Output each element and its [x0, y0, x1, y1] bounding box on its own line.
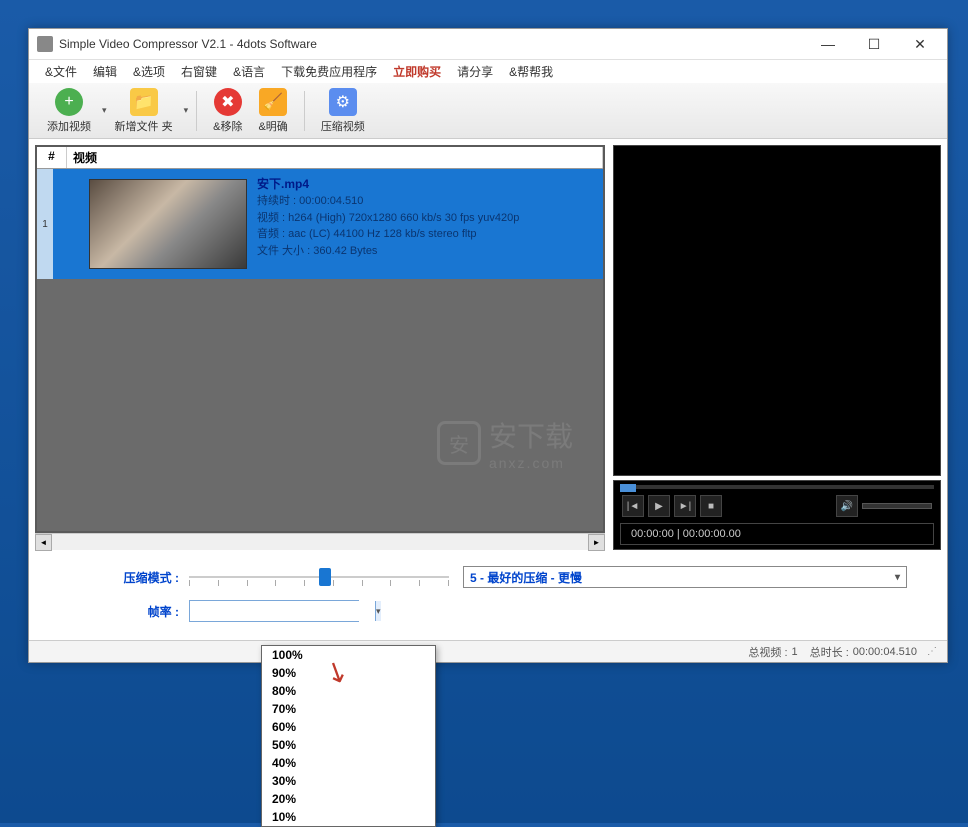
- menu-download[interactable]: 下载免费应用程序: [273, 61, 385, 82]
- fps-option[interactable]: 80%: [262, 682, 435, 700]
- fps-option[interactable]: 50%: [262, 736, 435, 754]
- audio-codec: 音频 : aac (LC) 44100 Hz 128 kb/s stereo f…: [257, 226, 599, 243]
- menu-edit[interactable]: 编辑: [85, 61, 125, 82]
- video-info: 安下.mp4 持续时 : 00:00:04.510 视频 : h264 (Hig…: [253, 169, 603, 279]
- maximize-button[interactable]: ☐: [851, 30, 897, 58]
- folder-plus-icon: 📁: [130, 88, 158, 116]
- time-display: 00:00:00 | 00:00:00.00: [620, 523, 934, 545]
- fps-label: 帧率 :: [69, 603, 189, 620]
- menu-file[interactable]: &文件: [37, 61, 85, 82]
- row-index: 1: [37, 169, 53, 279]
- shield-icon: 安: [437, 421, 481, 465]
- table-row[interactable]: 1 安下.mp4 持续时 : 00:00:04.510 视频 : h264 (H…: [37, 169, 603, 279]
- compress-mode-select[interactable]: 5 - 最好的压缩 - 更慢 ▾: [463, 566, 907, 588]
- watermark: 安 安下载 anxz.com: [437, 415, 573, 471]
- remove-button[interactable]: ✖ &移除: [205, 86, 250, 136]
- fps-combobox[interactable]: ▾: [189, 600, 359, 622]
- thumbnail-image: [89, 179, 247, 269]
- menu-rightkey[interactable]: 右窗键: [173, 61, 225, 82]
- plus-icon: +: [55, 88, 83, 116]
- titlebar: Simple Video Compressor V2.1 - 4dots Sof…: [29, 29, 947, 59]
- fps-option[interactable]: 70%: [262, 700, 435, 718]
- add-video-button[interactable]: + 添加视频: [39, 86, 99, 136]
- file-size: 文件 大小 : 360.42 Bytes: [257, 243, 599, 260]
- separator: [304, 91, 305, 131]
- horizontal-scrollbar[interactable]: ◄ ►: [35, 533, 605, 550]
- scroll-left-button[interactable]: ◄: [35, 534, 52, 551]
- col-num[interactable]: #: [37, 147, 67, 168]
- fps-option[interactable]: 60%: [262, 718, 435, 736]
- seek-bar[interactable]: [620, 485, 934, 489]
- status-duration-value: 00:00:04.510: [853, 646, 917, 658]
- video-filename: 安下.mp4: [257, 175, 599, 193]
- row-numcol: [53, 169, 83, 279]
- video-duration: 持续时 : 00:00:04.510: [257, 193, 599, 210]
- prev-button[interactable]: |◄: [622, 495, 644, 517]
- status-total-videos-value: 1: [792, 646, 798, 658]
- fps-option[interactable]: 20%: [262, 790, 435, 808]
- menu-help[interactable]: &帮帮我: [501, 61, 561, 82]
- volume-icon[interactable]: 🔊: [836, 495, 858, 517]
- col-video[interactable]: 视频: [67, 147, 603, 168]
- fps-option[interactable]: 40%: [262, 754, 435, 772]
- compress-slider[interactable]: [189, 576, 449, 578]
- scroll-track[interactable]: [52, 534, 588, 551]
- video-table: # 视频 1 安下.mp4 持续时 : 00:00:04.510 视频 : h2…: [35, 145, 605, 533]
- fps-option[interactable]: 30%: [262, 772, 435, 790]
- window-title: Simple Video Compressor V2.1 - 4dots Sof…: [59, 37, 805, 51]
- close-button[interactable]: ✕: [897, 30, 943, 58]
- compress-mode-label: 压缩模式 :: [69, 569, 189, 586]
- app-icon: [37, 36, 53, 52]
- bottom-controls: 压缩模式 : 5 - 最好的压缩 - 更慢 ▾ 帧率 : ▾: [29, 556, 947, 640]
- new-folder-button[interactable]: 📁 新增文件 夹: [107, 86, 181, 136]
- preview-pane: |◄ ▶ ►| ■ 🔊 00:00:00 | 00:00:00.00: [613, 145, 941, 550]
- status-total-videos-label: 总视频 :: [748, 644, 787, 660]
- minimize-button[interactable]: —: [805, 30, 851, 58]
- chevron-down-icon[interactable]: ▾: [184, 105, 189, 116]
- fps-dropdown-list: 100%90%80%70%60%50%40%30%20%10%: [261, 645, 436, 827]
- seek-thumb[interactable]: [620, 484, 636, 492]
- video-preview: [613, 145, 941, 476]
- fps-dropdown-button[interactable]: ▾: [375, 601, 381, 621]
- compress-button[interactable]: ⚙ 压缩视频: [313, 86, 373, 136]
- volume-slider[interactable]: [862, 503, 932, 509]
- fps-option[interactable]: 10%: [262, 808, 435, 826]
- stop-button[interactable]: ■: [700, 495, 722, 517]
- fps-input[interactable]: [190, 601, 375, 621]
- content-area: # 视频 1 安下.mp4 持续时 : 00:00:04.510 视频 : h2…: [29, 139, 947, 556]
- menu-language[interactable]: &语言: [225, 61, 273, 82]
- brush-icon: 🧹: [259, 88, 287, 116]
- menubar: &文件 编辑 &选项 右窗键 &语言 下载免费应用程序 立即购买 请分享 &帮帮…: [29, 59, 947, 83]
- chevron-down-icon: ▾: [895, 572, 900, 583]
- compress-icon: ⚙: [329, 88, 357, 116]
- resize-grip[interactable]: ⋰: [927, 646, 937, 657]
- scroll-right-button[interactable]: ►: [588, 534, 605, 551]
- menu-options[interactable]: &选项: [125, 61, 173, 82]
- status-duration-label: 总时长 :: [810, 644, 849, 660]
- next-button[interactable]: ►|: [674, 495, 696, 517]
- menu-buy[interactable]: 立即购买: [385, 61, 449, 82]
- video-list-pane: # 视频 1 安下.mp4 持续时 : 00:00:04.510 视频 : h2…: [35, 145, 605, 550]
- video-thumbnail: [83, 169, 253, 279]
- player-controls: |◄ ▶ ►| ■ 🔊 00:00:00 | 00:00:00.00: [613, 480, 941, 550]
- table-header: # 视频: [37, 147, 603, 169]
- statusbar: 总视频 : 1 总时长 : 00:00:04.510 ⋰: [29, 640, 947, 662]
- clear-button[interactable]: 🧹 &明确: [250, 86, 295, 136]
- separator: [196, 91, 197, 131]
- app-window: Simple Video Compressor V2.1 - 4dots Sof…: [28, 28, 948, 663]
- video-codec: 视频 : h264 (High) 720x1280 660 kb/s 30 fp…: [257, 210, 599, 227]
- play-button[interactable]: ▶: [648, 495, 670, 517]
- fps-option[interactable]: 100%: [262, 646, 435, 664]
- toolbar: + 添加视频 ▾ 📁 新增文件 夹 ▾ ✖ &移除 🧹 &明确 ⚙ 压缩视频: [29, 83, 947, 139]
- menu-share[interactable]: 请分享: [449, 61, 501, 82]
- remove-icon: ✖: [214, 88, 242, 116]
- fps-option[interactable]: 90%: [262, 664, 435, 682]
